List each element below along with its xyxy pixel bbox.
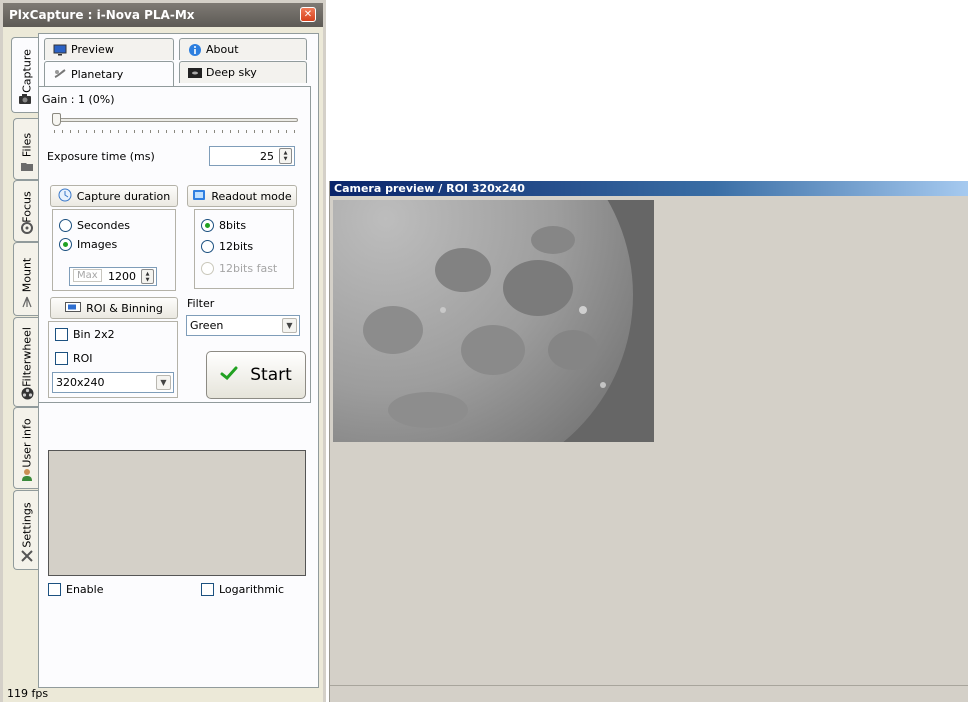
focus-icon	[20, 221, 34, 235]
roi-binning-title: ROI & Binning	[86, 301, 163, 315]
satellite-icon	[53, 67, 67, 81]
radio-12bits[interactable]: 12bits	[201, 240, 253, 253]
roi-icon	[65, 301, 82, 315]
telescope-icon	[20, 295, 34, 309]
radio-label: Secondes	[77, 219, 130, 232]
info-icon	[188, 43, 202, 57]
radio-12bits-fast: 12bits fast	[201, 262, 277, 275]
tab-label: Preview	[71, 43, 114, 56]
side-tab-files[interactable]: Files	[13, 118, 39, 180]
side-tab-label: Focus	[20, 191, 33, 224]
histogram-area	[48, 450, 306, 576]
tab-label: Deep sky	[206, 66, 257, 79]
side-tab-label: Files	[20, 133, 33, 158]
galaxy-icon	[188, 66, 202, 80]
gain-label: Gain : 1 (0%)	[42, 93, 115, 106]
tab-planetary[interactable]: Planetary	[44, 61, 174, 86]
checkbox-label: ROI	[73, 352, 93, 365]
spin-arrows-icon[interactable]: ▲ ▼	[141, 269, 154, 284]
capture-duration-box: Secondes Images Max 1200 ▲ ▼	[52, 209, 176, 291]
checkbox-bin-2x2[interactable]: Bin 2x2	[55, 328, 115, 341]
monitor-icon	[53, 43, 67, 57]
exposure-value: 25	[260, 149, 274, 163]
readout-mode-box: 8bits 12bits 12bits fast	[194, 209, 294, 289]
radio-label: 12bits fast	[219, 262, 278, 275]
side-tab-label: Filterwheel	[20, 326, 33, 387]
filter-value: Green	[190, 319, 224, 332]
side-tab-label: User info	[20, 418, 33, 468]
max-value: 1200	[108, 270, 136, 283]
gain-slider-thumb[interactable]	[52, 113, 61, 126]
radio-8bits[interactable]: 8bits	[201, 219, 246, 232]
camera-image	[333, 200, 654, 442]
capture-duration-header: Capture duration	[50, 185, 178, 207]
side-tab-label: Settings	[20, 502, 33, 548]
filter-label: Filter	[187, 297, 215, 310]
exposure-label: Exposure time (ms)	[47, 150, 155, 163]
checkbox-label: Enable	[66, 583, 104, 596]
start-button[interactable]: Start	[206, 351, 306, 399]
radio-secondes[interactable]: Secondes	[59, 219, 130, 232]
readout-mode-title: Readout mode	[211, 189, 292, 203]
exposure-spinbox[interactable]: 25 ▲ ▼	[209, 146, 295, 166]
roi-size-value: 320x240	[56, 376, 105, 389]
checkbox-label: Logarithmic	[219, 583, 285, 596]
chevron-down-icon[interactable]: ▼	[282, 318, 297, 333]
user-icon	[20, 468, 34, 482]
tab-about[interactable]: About	[179, 38, 307, 60]
roi-size-select[interactable]: 320x240 ▼	[52, 372, 174, 393]
preview-statusbar	[330, 685, 968, 702]
radio-label: 8bits	[219, 219, 247, 232]
readout-mode-header: Readout mode	[187, 185, 297, 207]
capture-duration-title: Capture duration	[76, 189, 171, 203]
side-tab-focus[interactable]: Focus	[13, 180, 39, 242]
side-tab-capture[interactable]: Capture	[11, 37, 41, 113]
window-title: PlxCapture : i-Nova PLA-Mx	[3, 3, 323, 27]
roi-binning-header: ROI & Binning	[50, 297, 178, 319]
gain-slider[interactable]	[52, 112, 298, 136]
capture-window: PlxCapture : i-Nova PLA-Mx ✕ Capture Fil…	[0, 0, 326, 702]
chevron-down-icon[interactable]: ▼	[156, 375, 171, 390]
spin-arrows-icon[interactable]: ▲ ▼	[279, 148, 292, 164]
filterwheel-icon	[20, 386, 34, 400]
tab-label: About	[206, 43, 239, 56]
checkmark-icon	[220, 365, 238, 385]
camera-preview-window: Camera preview / ROI 320x240	[329, 181, 968, 702]
max-images-spinbox[interactable]: Max 1200 ▲ ▼	[69, 267, 157, 286]
fps-status: 119 fps	[7, 687, 49, 700]
checkbox-label: Bin 2x2	[73, 328, 115, 341]
checkbox-enable[interactable]: Enable	[48, 583, 103, 596]
tab-label: Planetary	[71, 67, 124, 81]
preview-title: Camera preview / ROI 320x240	[330, 181, 968, 196]
side-tab-user-info[interactable]: User info	[13, 407, 39, 489]
radio-label: 12bits	[219, 240, 254, 253]
close-button[interactable]: ✕	[300, 7, 316, 22]
tools-icon	[20, 549, 34, 563]
folder-icon	[20, 159, 34, 173]
side-tab-label: Capture	[20, 48, 33, 93]
readout-icon	[192, 189, 206, 204]
clock-icon	[58, 188, 72, 205]
radio-label: Images	[77, 238, 118, 251]
start-label: Start	[250, 365, 292, 385]
checkbox-logarithmic[interactable]: Logarithmic	[201, 583, 284, 596]
side-tab-settings[interactable]: Settings	[13, 490, 39, 570]
camera-icon	[18, 92, 32, 106]
tab-deep-sky[interactable]: Deep sky	[179, 61, 307, 83]
side-tab-filterwheel[interactable]: Filterwheel	[13, 317, 39, 407]
radio-images[interactable]: Images	[59, 238, 117, 251]
max-label: Max	[73, 269, 102, 282]
tab-preview[interactable]: Preview	[44, 38, 174, 60]
checkbox-roi[interactable]: ROI	[55, 352, 93, 365]
side-tab-mount[interactable]: Mount	[13, 242, 39, 316]
side-tab-label: Mount	[20, 257, 33, 292]
roi-binning-box: Bin 2x2 ROI 320x240 ▼	[48, 321, 178, 398]
close-icon: ✕	[303, 8, 313, 20]
filter-select[interactable]: Green ▼	[186, 315, 300, 336]
moon-image	[333, 200, 654, 442]
